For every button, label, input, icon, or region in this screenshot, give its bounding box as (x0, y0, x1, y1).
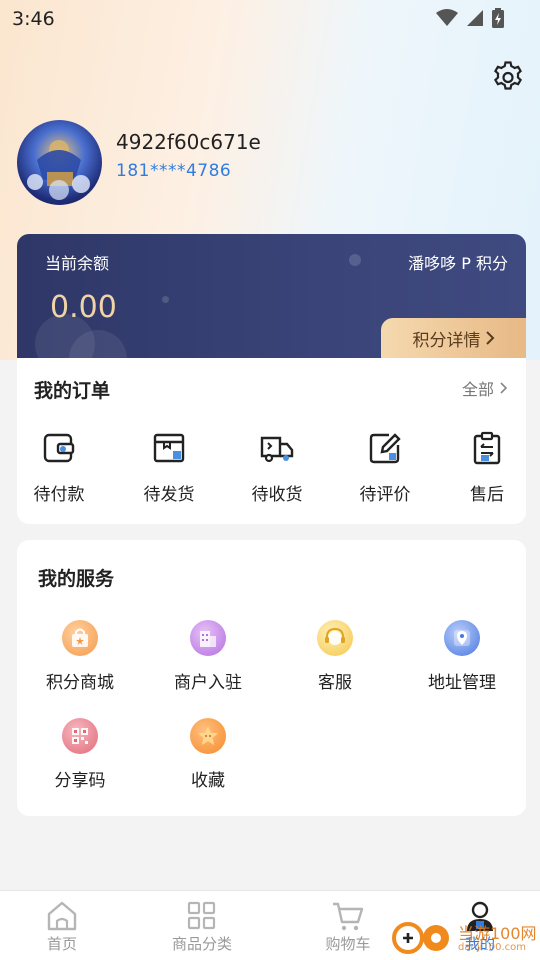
tab-label: 商品分类 (171, 935, 232, 953)
wallet-icon (43, 433, 75, 463)
tab-categories[interactable]: 商品分类 (147, 899, 257, 954)
signal-icon (467, 10, 483, 26)
service-label: 收藏 (191, 771, 225, 791)
service-favorites[interactable]: 收藏 (153, 718, 263, 791)
points-detail-button[interactable]: 积分详情 (381, 318, 526, 358)
orders-card: 我的订单 全部 待付款 待发货 待收货 待评价 售后 (17, 358, 526, 524)
service-share-code[interactable]: 分享码 (25, 718, 135, 791)
order-item-label: 售后 (470, 485, 504, 505)
watermark-text: 当游100网 (458, 924, 537, 943)
order-pending-shipment[interactable]: 待发货 (124, 430, 214, 505)
services-card: 我的服务 积分商城 商户入驻 客服 地址管理 分享码 收藏 (17, 540, 526, 816)
service-label: 商户入驻 (174, 673, 242, 693)
service-address-management[interactable]: 地址管理 (407, 620, 517, 693)
gear-icon (494, 61, 522, 90)
services-title: 我的服务 (38, 568, 115, 590)
order-item-label: 待发货 (143, 485, 195, 505)
service-merchant-join[interactable]: 商户入驻 (153, 620, 263, 693)
clipboard-return-icon (473, 431, 501, 465)
shopping-bag-icon (72, 628, 88, 647)
watermark-subtext: danji100.com (458, 942, 526, 953)
qr-code-icon (72, 728, 88, 744)
orders-title: 我的订单 (34, 380, 111, 402)
service-points-mall[interactable]: 积分商城 (25, 620, 135, 693)
home-icon (47, 901, 77, 931)
order-pending-review[interactable]: 待评价 (340, 430, 430, 505)
service-customer-service[interactable]: 客服 (280, 620, 390, 693)
star-icon (198, 726, 218, 745)
chevron-right-icon (500, 382, 508, 394)
status-time: 3:46 (12, 8, 55, 30)
delivery-truck-icon (260, 436, 294, 463)
order-after-sales[interactable]: 售后 (442, 430, 532, 505)
status-icons (436, 8, 504, 28)
orders-all-link[interactable]: 全部 (462, 376, 508, 400)
avatar[interactable] (17, 120, 102, 205)
customer-service-icon (325, 627, 345, 645)
settings-button[interactable] (490, 58, 526, 94)
grid-icon (187, 901, 216, 930)
decorative-bubble (162, 296, 169, 303)
chevron-right-icon (485, 331, 494, 345)
cart-icon (333, 902, 364, 931)
tab-label: 首页 (46, 935, 77, 953)
order-pending-receipt[interactable]: 待收货 (232, 430, 322, 505)
points-detail-label: 积分详情 (412, 330, 481, 351)
battery-icon (492, 8, 504, 28)
service-label: 分享码 (54, 771, 106, 791)
order-item-label: 待收货 (251, 485, 303, 505)
balance-label: 当前余额 (45, 254, 110, 273)
edit-review-icon (369, 433, 401, 464)
package-box-icon (153, 433, 185, 463)
order-item-label: 待评价 (359, 485, 411, 505)
balance-value: 0.00 (50, 290, 117, 325)
tab-label: 购物车 (325, 935, 371, 953)
order-pending-payment[interactable]: 待付款 (14, 430, 104, 505)
location-pin-icon (454, 630, 470, 646)
status-bar: 3:46 (0, 0, 540, 38)
decorative-bubble (349, 254, 361, 266)
service-label: 积分商城 (46, 673, 114, 693)
service-label: 客服 (318, 673, 352, 693)
phone-number: 181****4786 (116, 161, 232, 181)
avatar-image (27, 140, 90, 200)
balance-card: 当前余额 潘哆哆 P 积分 0.00 积分详情 (17, 234, 526, 358)
wifi-icon (436, 9, 458, 26)
building-icon (200, 631, 216, 647)
tab-home[interactable]: 首页 (7, 899, 117, 954)
points-label: 潘哆哆 P 积分 (408, 254, 508, 273)
service-label: 地址管理 (428, 673, 496, 693)
orders-all-label: 全部 (461, 380, 494, 399)
username: 4922f60c671e (116, 130, 261, 154)
order-item-label: 待付款 (33, 485, 85, 505)
tab-cart[interactable]: 购物车 (293, 899, 403, 954)
